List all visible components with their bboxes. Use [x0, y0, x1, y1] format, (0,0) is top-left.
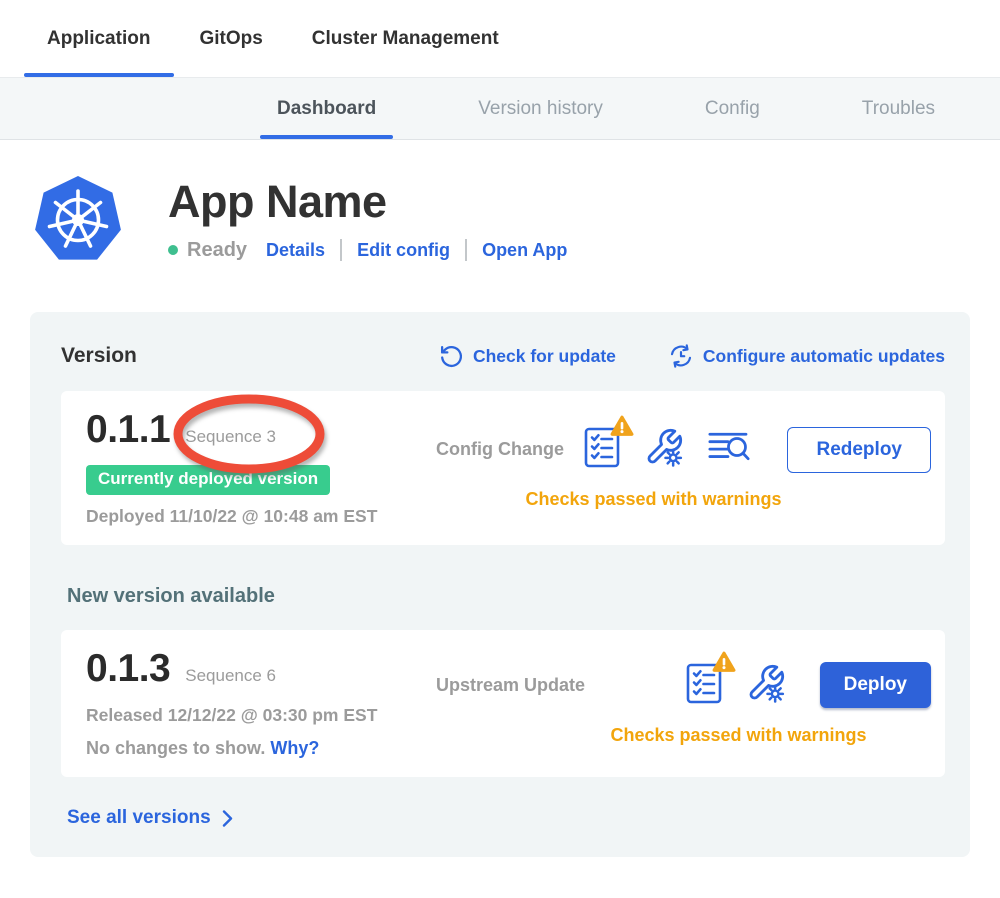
- primary-nav: Application GitOps Cluster Management: [0, 0, 1000, 78]
- config-wrench-icon[interactable]: [744, 663, 788, 708]
- current-version-source: Config Change: [436, 439, 564, 460]
- new-version-source: Upstream Update: [436, 675, 585, 696]
- configure-automatic-updates-label: Configure automatic updates: [703, 346, 945, 367]
- tab-gitops-label: GitOps: [199, 28, 262, 50]
- current-version-number: 0.1.1: [86, 408, 170, 452]
- app-section-nav: Dashboard Version history Config Trouble…: [0, 78, 1000, 140]
- redeploy-button[interactable]: Redeploy: [787, 427, 931, 473]
- tab-application[interactable]: Application: [47, 0, 150, 77]
- tab-config[interactable]: Config: [705, 78, 760, 139]
- view-diff-icon[interactable]: [705, 430, 753, 469]
- tab-cluster-management[interactable]: Cluster Management: [312, 0, 499, 77]
- current-checks-status: Checks passed with warnings: [436, 489, 931, 510]
- preflight-checks-icon[interactable]: [583, 425, 623, 474]
- released-timestamp: Released 12/12/22 @ 03:30 pm EST: [86, 705, 436, 726]
- tab-version-history-label: Version history: [478, 98, 603, 120]
- tab-gitops[interactable]: GitOps: [199, 0, 262, 77]
- tab-troubleshoot-label: Troubles: [862, 98, 935, 120]
- chevron-right-icon: [222, 810, 233, 827]
- status-ready-dot-icon: [168, 245, 178, 255]
- refresh-icon: [439, 344, 464, 369]
- deploy-button[interactable]: Deploy: [820, 662, 931, 708]
- new-version-row: 0.1.3 Sequence 6: [86, 647, 436, 691]
- new-version-actions: Upstream Update: [436, 647, 931, 759]
- warning-triangle-icon: [712, 651, 736, 673]
- edit-config-link[interactable]: Edit config: [357, 240, 450, 261]
- page: Application GitOps Cluster Management Da…: [0, 0, 1000, 898]
- see-all-versions-label: See all versions: [67, 807, 211, 829]
- currently-deployed-badge: Currently deployed version: [86, 465, 330, 495]
- deployed-timestamp: Deployed 11/10/22 @ 10:48 am EST: [86, 506, 436, 527]
- current-version-info: 0.1.1 Sequence 3 Currently deployed vers…: [86, 408, 436, 527]
- tab-application-label: Application: [47, 28, 150, 50]
- warning-triangle-icon: [610, 415, 634, 437]
- details-link[interactable]: Details: [266, 240, 325, 261]
- current-version-icons: [583, 425, 753, 474]
- check-for-update-button[interactable]: Check for update: [439, 344, 616, 369]
- new-version-sequence: Sequence 6: [185, 666, 276, 686]
- why-link[interactable]: Why?: [270, 738, 319, 758]
- page-title: App Name: [168, 178, 567, 225]
- current-version-row: 0.1.1 Sequence 3: [86, 408, 436, 452]
- version-panel-header: Version Check for update: [61, 343, 945, 369]
- tab-cluster-management-label: Cluster Management: [312, 28, 499, 50]
- version-panel: Version Check for update: [30, 312, 970, 857]
- preflight-checks-icon[interactable]: [685, 661, 725, 710]
- see-all-versions-link[interactable]: See all versions: [67, 807, 945, 829]
- app-header-text: App Name Ready Details Edit config Open …: [168, 178, 567, 261]
- no-changes-label: No changes to show.: [86, 738, 265, 758]
- new-version-card: 0.1.3 Sequence 6 Released 12/12/22 @ 03:…: [61, 630, 945, 777]
- new-version-info: 0.1.3 Sequence 6 Released 12/12/22 @ 03:…: [86, 647, 436, 759]
- version-panel-actions: Check for update Configure automatic upd…: [439, 343, 945, 369]
- kubernetes-logo-icon: [33, 174, 123, 266]
- config-wrench-icon[interactable]: [642, 427, 686, 472]
- divider: [340, 239, 342, 261]
- status-label: Ready: [187, 239, 247, 262]
- version-panel-title: Version: [61, 344, 137, 368]
- current-version-card: 0.1.1 Sequence 3 Currently deployed vers…: [61, 391, 945, 545]
- divider: [465, 239, 467, 261]
- open-app-link[interactable]: Open App: [482, 240, 567, 261]
- current-version-sequence: Sequence 3: [185, 427, 276, 447]
- check-for-update-label: Check for update: [473, 346, 616, 367]
- new-checks-status: Checks passed with warnings: [436, 725, 931, 746]
- new-version-available-heading: New version available: [67, 585, 945, 608]
- schedule-sync-icon: [668, 343, 694, 369]
- current-version-actions: Config Change: [436, 408, 931, 527]
- tab-troubleshoot[interactable]: Troubles: [862, 78, 935, 139]
- tab-version-history[interactable]: Version history: [478, 78, 603, 139]
- app-header: App Name Ready Details Edit config Open …: [33, 174, 1000, 266]
- app-status-row: Ready Details Edit config Open App: [168, 239, 567, 262]
- tab-dashboard[interactable]: Dashboard: [277, 78, 376, 139]
- tab-config-label: Config: [705, 98, 760, 120]
- new-version-icons: [685, 661, 788, 710]
- configure-automatic-updates-button[interactable]: Configure automatic updates: [668, 343, 945, 369]
- new-version-number: 0.1.3: [86, 647, 170, 691]
- tab-dashboard-label: Dashboard: [277, 98, 376, 120]
- no-changes-text: No changes to show. Why?: [86, 738, 436, 759]
